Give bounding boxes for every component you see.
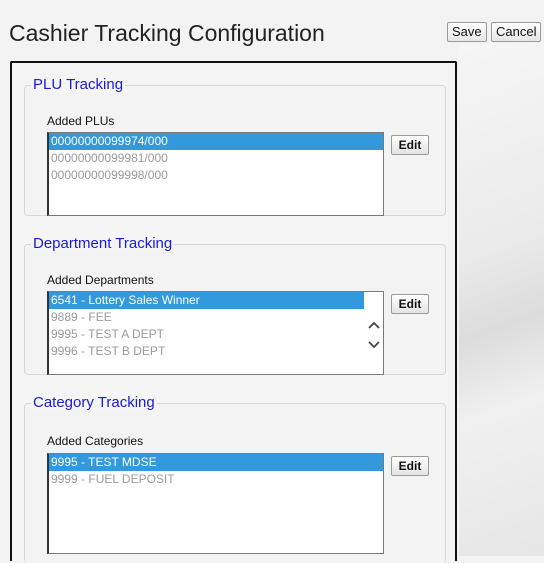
department-edit-button[interactable]: Edit bbox=[391, 294, 429, 314]
background-decoration bbox=[459, 44, 544, 556]
department-scrollbar[interactable] bbox=[365, 292, 383, 374]
list-item[interactable]: 9995 - TEST MDSE bbox=[49, 454, 383, 471]
added-plus-label: Added PLUs bbox=[47, 114, 115, 128]
list-item[interactable]: 9889 - FEE bbox=[49, 309, 383, 326]
cancel-button[interactable]: Cancel bbox=[491, 22, 542, 42]
list-item[interactable]: 00000000099974/000 bbox=[49, 133, 383, 150]
list-item[interactable]: 6541 - Lottery Sales Winner bbox=[49, 292, 364, 309]
added-departments-label: Added Departments bbox=[47, 273, 154, 287]
category-tracking-legend: Category Tracking bbox=[31, 394, 157, 411]
chevron-down-icon[interactable] bbox=[367, 338, 381, 352]
category-edit-button[interactable]: Edit bbox=[391, 456, 429, 476]
list-item[interactable]: 9995 - TEST A DEPT bbox=[49, 326, 383, 343]
list-item[interactable]: 9996 - TEST B DEPT bbox=[49, 343, 383, 360]
department-tracking-legend: Department Tracking bbox=[31, 235, 175, 252]
list-item[interactable]: 9999 - FUEL DEPOSIT bbox=[49, 471, 383, 488]
department-listbox[interactable]: 6541 - Lottery Sales Winner 9889 - FEE 9… bbox=[47, 291, 384, 375]
page-title: Cashier Tracking Configuration bbox=[9, 20, 325, 46]
chevron-up-icon[interactable] bbox=[367, 318, 381, 332]
list-item[interactable]: 00000000099998/000 bbox=[49, 167, 383, 184]
category-tracking-group: Category Tracking Added Categories 9995 … bbox=[24, 394, 446, 563]
plu-edit-button[interactable]: Edit bbox=[391, 135, 429, 155]
added-categories-label: Added Categories bbox=[47, 434, 144, 448]
configuration-panel: PLU Tracking Added PLUs 00000000099974/0… bbox=[10, 61, 457, 563]
list-item[interactable]: 00000000099981/000 bbox=[49, 150, 383, 167]
plu-tracking-group: PLU Tracking Added PLUs 00000000099974/0… bbox=[24, 76, 446, 216]
save-button[interactable]: Save bbox=[447, 22, 487, 42]
plu-listbox[interactable]: 00000000099974/000 00000000099981/000 00… bbox=[47, 132, 384, 216]
department-tracking-group: Department Tracking Added Departments 65… bbox=[24, 235, 446, 375]
plu-tracking-legend: PLU Tracking bbox=[31, 76, 126, 93]
category-listbox[interactable]: 9995 - TEST MDSE 9999 - FUEL DEPOSIT bbox=[47, 453, 384, 554]
